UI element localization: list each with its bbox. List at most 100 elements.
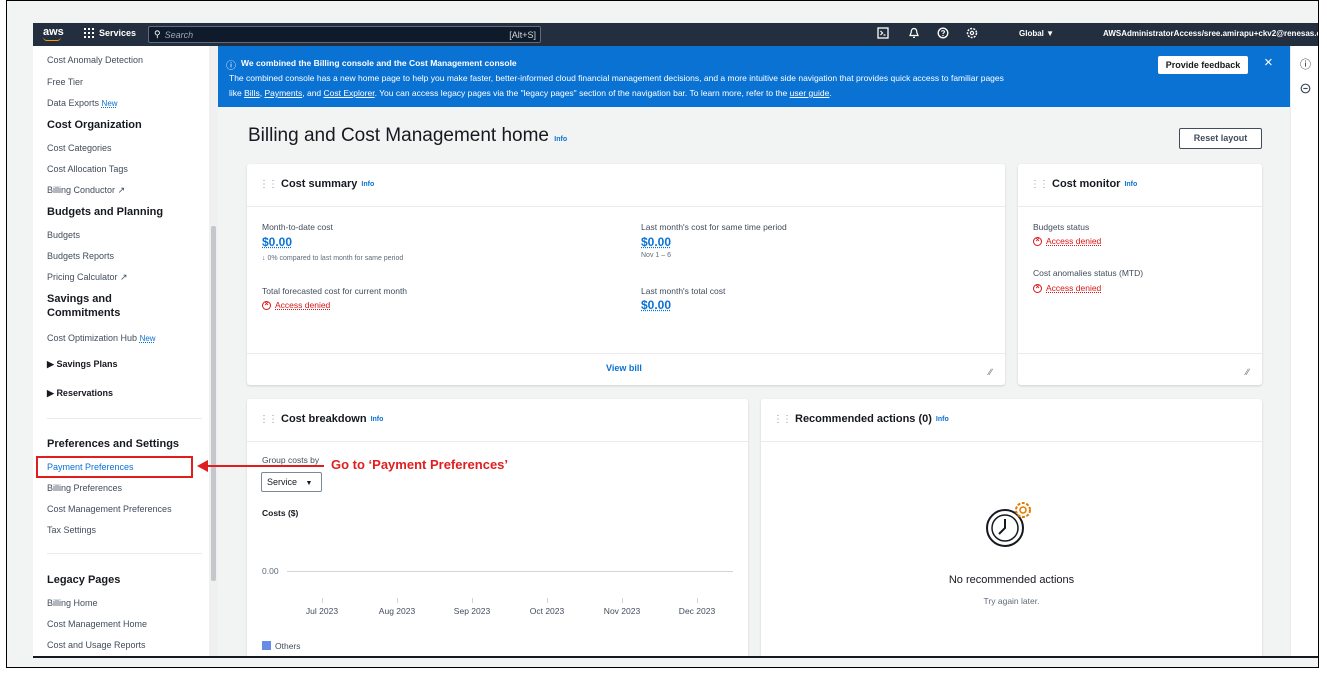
- mtd-cost-value[interactable]: $0.00: [262, 235, 292, 249]
- region-selector[interactable]: Global ▼: [1019, 29, 1054, 38]
- last-month-total-value[interactable]: $0.00: [641, 298, 671, 312]
- settings-gear-icon[interactable]: [965, 27, 979, 41]
- section-heading-preferences: Preferences and Settings: [47, 438, 180, 450]
- sidebar-item-free-tier[interactable]: Free Tier: [47, 77, 83, 87]
- section-heading-legacy-pages: Legacy Pages: [47, 574, 121, 586]
- panel-header: ⋮⋮ Cost breakdown Info: [259, 413, 384, 425]
- x-tick-label: Sep 2023: [453, 606, 491, 616]
- search-input[interactable]: ⚲ Search [Alt+S]: [148, 26, 541, 43]
- section-heading-cost-organization: Cost Organization: [47, 119, 142, 131]
- banner-title: We combined the Billing console and the …: [241, 58, 517, 68]
- reset-layout-button[interactable]: Reset layout: [1179, 128, 1262, 149]
- drag-handle-icon[interactable]: ⋮⋮: [773, 414, 792, 425]
- sidebar-item-savings-plans[interactable]: ▶ Savings Plans: [47, 359, 117, 370]
- resize-handle-icon[interactable]: ∕∕: [1246, 367, 1249, 377]
- info-link[interactable]: Info: [936, 416, 949, 423]
- last-month-same-period-value[interactable]: $0.00: [641, 235, 671, 249]
- x-tick-mark: [472, 598, 473, 603]
- sidebar-item-data-exports[interactable]: Data Exports New: [47, 98, 118, 108]
- legend-label[interactable]: Others: [275, 641, 301, 651]
- info-panel-icon[interactable]: ⓘ: [1300, 56, 1311, 72]
- info-link[interactable]: Info: [1124, 181, 1137, 188]
- drag-handle-icon[interactable]: ⋮⋮: [259, 179, 278, 190]
- sidebar-item-cost-management-home[interactable]: Cost Management Home: [47, 619, 147, 629]
- sidebar-item-pricing-calculator[interactable]: Pricing Calculator ↗: [47, 272, 128, 283]
- mtd-comparison: ↓ 0% compared to last month for same per…: [262, 255, 404, 262]
- sidebar-item-cost-and-usage-reports[interactable]: Cost and Usage Reports: [47, 640, 146, 650]
- error-x-icon: ×: [262, 300, 271, 310]
- cost-summary-panel: ⋮⋮ Cost summary Info Month-to-date cost $0…: [247, 164, 1005, 385]
- close-icon[interactable]: ×: [1264, 54, 1273, 71]
- account-menu[interactable]: AWSAdministratorAccess/sree.amirapu+ckv2…: [1103, 29, 1318, 38]
- sidebar-item-cost-anomaly-detection[interactable]: Cost Anomaly Detection: [47, 55, 143, 65]
- x-tick-mark: [322, 598, 323, 603]
- search-placeholder: Search: [164, 29, 194, 40]
- group-by-select[interactable]: Service ▼: [261, 472, 322, 492]
- payments-link[interactable]: Payments: [264, 88, 302, 98]
- sidebar-item-cost-optimization-hub[interactable]: Cost Optimization Hub New: [47, 333, 156, 343]
- forecast-access-denied[interactable]: × Access denied: [262, 300, 330, 310]
- anomalies-access-denied[interactable]: × Access denied: [1033, 283, 1101, 293]
- divider: [761, 441, 1262, 442]
- sidebar-item-billing-home[interactable]: Billing Home: [47, 598, 98, 608]
- services-menu-button[interactable]: Services: [84, 28, 136, 38]
- cost-monitor-panel: ⋮⋮ Cost monitor Info Budgets status × Acces…: [1018, 164, 1262, 385]
- notifications-bell-icon[interactable]: [907, 27, 921, 41]
- side-navigation: Cost Anomaly Detection Free Tier Data Ex…: [33, 46, 216, 656]
- console-content: Cost Anomaly Detection Free Tier Data Ex…: [33, 46, 1318, 656]
- sidebar-item-label: Reservations: [56, 388, 113, 398]
- x-tick-mark: [622, 598, 623, 603]
- cloudshell-icon[interactable]: [876, 27, 890, 41]
- sidebar-item-billing-conductor[interactable]: Billing Conductor ↗: [47, 185, 125, 196]
- sidebar-item-budgets[interactable]: Budgets: [47, 230, 80, 240]
- info-link[interactable]: Info: [371, 416, 384, 423]
- drag-handle-icon[interactable]: ⋮⋮: [1030, 179, 1049, 190]
- search-shortcut: [Alt+S]: [509, 29, 536, 40]
- x-tick-label: Jul 2023: [305, 606, 339, 616]
- resize-handle-icon[interactable]: ∕∕: [989, 367, 992, 377]
- sidebar-item-cost-management-preferences[interactable]: Cost Management Preferences: [47, 504, 172, 514]
- drag-handle-icon[interactable]: ⋮⋮: [259, 414, 278, 425]
- sidebar-item-label: Billing Conductor: [47, 185, 116, 195]
- info-link[interactable]: Info: [554, 136, 567, 143]
- help-panel-icon[interactable]: [1300, 81, 1311, 99]
- budgets-access-denied[interactable]: × Access denied: [1033, 236, 1101, 246]
- sidebar-item-budgets-reports[interactable]: Budgets Reports: [47, 251, 114, 261]
- view-bill-link[interactable]: View bill: [606, 363, 642, 373]
- sidebar-item-label: Savings Plans: [56, 359, 118, 369]
- section-heading-budgets-and-planning: Budgets and Planning: [47, 206, 164, 218]
- empty-state-title: No recommended actions: [948, 574, 1075, 586]
- user-guide-link[interactable]: user guide: [790, 88, 830, 98]
- help-icon[interactable]: [936, 27, 950, 41]
- info-link[interactable]: Info: [361, 181, 374, 188]
- panel-header: ⋮⋮ Recommended actions (0) Info: [773, 413, 949, 425]
- chart-baseline: [287, 571, 733, 572]
- last-month-same-period-label: Last month's cost for same time period: [641, 222, 787, 232]
- sidebar-item-cost-categories[interactable]: Cost Categories: [47, 143, 112, 153]
- arrow-down-icon: ↓: [262, 255, 266, 262]
- forecast-label: Total forecasted cost for current month: [262, 286, 408, 296]
- sidebar-item-payment-preferences[interactable]: Payment Preferences: [47, 462, 134, 472]
- screenshot-frame: aws Services ⚲ Search [Alt+S] Global ▼ A…: [6, 0, 1319, 668]
- y-tick-label: 0.00: [262, 566, 279, 576]
- provide-feedback-button[interactable]: Provide feedback: [1158, 56, 1248, 74]
- external-link-icon: ↗: [117, 185, 126, 195]
- info-banner: ⓘ We combined the Billing console and th…: [218, 46, 1290, 107]
- sidebar-item-tax-settings[interactable]: Tax Settings: [47, 525, 96, 535]
- clock-gear-icon: [981, 494, 1041, 559]
- new-badge: New: [139, 334, 156, 343]
- sidebar-item-reservations[interactable]: ▶ Reservations: [47, 388, 113, 399]
- sidebar-item-cost-allocation-tags[interactable]: Cost Allocation Tags: [47, 164, 128, 174]
- grid-icon: [84, 28, 94, 38]
- x-axis: Jul 2023 Aug 2023 Sep 2023 Oct 2023 Nov 2023…: [247, 598, 748, 624]
- sidebar-item-billing-preferences[interactable]: Billing Preferences: [47, 483, 122, 493]
- empty-state-subtitle: Try again later.: [983, 596, 1040, 606]
- scrollbar-thumb[interactable]: [211, 226, 216, 581]
- budgets-status-label: Budgets status: [1033, 222, 1090, 232]
- bills-link[interactable]: Bills: [244, 88, 260, 98]
- cost-breakdown-panel: ⋮⋮ Cost breakdown Info Group costs by Serv…: [247, 399, 748, 656]
- cost-explorer-link[interactable]: Cost Explorer: [324, 88, 375, 98]
- sidebar-scrollbar[interactable]: [209, 46, 218, 656]
- banner-line1: The combined console has a new home page…: [229, 73, 1004, 83]
- x-tick-label: Aug 2023: [378, 606, 416, 616]
